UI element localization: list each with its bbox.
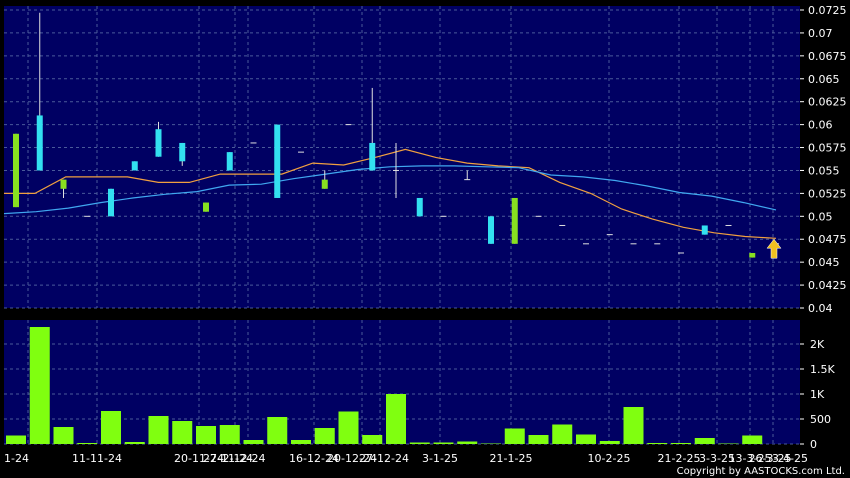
y-tick-label: 0.045	[808, 256, 840, 269]
x-tick-label: 11-11-24	[72, 452, 122, 465]
candle-body	[749, 252, 756, 258]
candle-body	[60, 179, 67, 189]
y-tick-label: 0.0475	[808, 233, 847, 246]
volume-bar	[481, 443, 501, 444]
volume-bar	[29, 327, 50, 444]
volume-bar	[243, 440, 264, 444]
volume-bar	[599, 441, 620, 444]
volume-bar	[552, 424, 573, 444]
y-tick-label: 0.0425	[808, 279, 847, 292]
copyright-text: Copyright by AASTOCKS.com Ltd.	[677, 466, 845, 477]
volume-bar	[314, 428, 335, 444]
x-tick-label: 2-12-24	[223, 452, 266, 465]
candle-body	[701, 225, 708, 235]
candle-body	[131, 161, 138, 171]
y-tick-label: 0.055	[808, 164, 840, 177]
x-tick-label: 1-24	[4, 452, 29, 465]
candle-body	[274, 124, 281, 198]
volume-bar	[219, 425, 240, 444]
volume-tick-label: 2K	[810, 338, 825, 351]
candle-body	[226, 152, 233, 171]
volume-bar	[124, 442, 145, 444]
volume-bar	[623, 407, 644, 444]
x-tick-label: 3-1-25	[422, 452, 458, 465]
volume-bar	[409, 442, 430, 444]
y-tick-label: 0.0725	[808, 4, 847, 17]
volume-bar	[101, 411, 121, 444]
x-tick-label: 10-2-25	[588, 452, 631, 465]
price-volume-chart: 0.04 0.0425 0.045 0.0475 0.05 0.0525 0.055 0.05…	[0, 0, 850, 478]
volume-bar	[267, 417, 288, 444]
y-tick-label: 0.0625	[808, 96, 847, 109]
candle-body	[108, 188, 114, 217]
volume-bar	[694, 438, 715, 444]
volume-bar	[671, 443, 691, 444]
candle-body	[203, 202, 209, 212]
x-tick-label: 3-4-25	[772, 452, 808, 465]
y-tick-label: 0.0525	[808, 187, 847, 200]
candle-body	[155, 129, 162, 157]
x-tick-label: 21-2-25	[658, 452, 701, 465]
volume-bar	[53, 427, 74, 444]
volume-bar	[196, 426, 216, 444]
x-tick-label: 27-12-24	[359, 452, 409, 465]
y-tick-label: 0.07	[808, 27, 833, 40]
candle-body	[179, 142, 186, 162]
candle-body	[511, 197, 518, 244]
volume-bar	[742, 435, 763, 444]
candle-body	[36, 115, 43, 171]
y-tick-label: 0.0575	[808, 142, 847, 155]
volume-tick-label: 1.5K	[810, 363, 835, 376]
candle-body	[369, 142, 376, 171]
volume-bar	[504, 428, 525, 444]
volume-bar	[718, 443, 739, 444]
volume-bar	[291, 440, 311, 444]
volume-bar	[77, 443, 98, 444]
volume-bar	[362, 435, 383, 444]
volume-bar	[6, 435, 26, 444]
price-panel	[4, 6, 800, 308]
candle-body	[13, 133, 19, 208]
volume-bar	[172, 421, 193, 444]
volume-tick-label: 0	[810, 438, 817, 451]
volume-bar	[576, 434, 596, 444]
y-tick-label: 0.06	[808, 119, 833, 132]
y-tick-label: 0.04	[808, 302, 833, 315]
volume-bar	[148, 416, 169, 444]
volume-tick-label: 1K	[810, 388, 825, 401]
volume-bar	[338, 411, 359, 444]
volume-bar	[386, 394, 406, 444]
y-tick-label: 0.0675	[808, 50, 847, 63]
volume-tick-label: 500	[810, 413, 831, 426]
candle-body	[321, 179, 328, 189]
y-tick-label: 0.065	[808, 73, 840, 86]
x-tick-label: 21-1-25	[490, 452, 533, 465]
volume-bar	[647, 443, 668, 444]
volume-bar	[433, 442, 454, 444]
y-tick-label: 0.05	[808, 210, 833, 223]
candle-body	[416, 197, 423, 217]
volume-bar	[457, 441, 478, 444]
candle-body	[488, 216, 494, 244]
volume-bar	[528, 435, 549, 444]
